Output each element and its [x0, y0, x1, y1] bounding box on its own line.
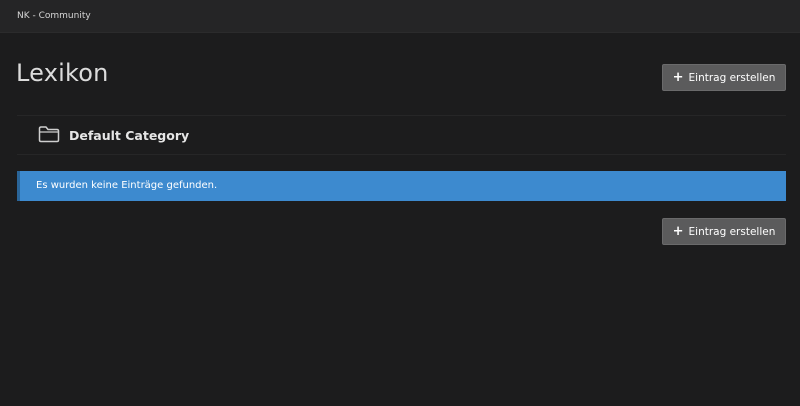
- create-entry-button-bottom[interactable]: + Eintrag erstellen: [662, 218, 786, 245]
- top-bar: NK - Community: [0, 0, 800, 33]
- create-entry-label: Eintrag erstellen: [688, 71, 776, 84]
- category-name: Default Category: [69, 128, 190, 143]
- category-item[interactable]: Default Category: [17, 115, 786, 155]
- site-title-link[interactable]: NK - Community: [17, 11, 91, 21]
- create-entry-label: Eintrag erstellen: [688, 225, 776, 238]
- no-entries-notice: Es wurden keine Einträge gefunden.: [17, 171, 786, 201]
- plus-icon: +: [672, 70, 684, 85]
- plus-icon: +: [672, 224, 684, 239]
- notice-text: Es wurden keine Einträge gefunden.: [36, 180, 218, 191]
- page-title: Lexikon: [16, 59, 109, 87]
- create-entry-button-top[interactable]: + Eintrag erstellen: [662, 64, 786, 91]
- folder-icon: [38, 126, 60, 143]
